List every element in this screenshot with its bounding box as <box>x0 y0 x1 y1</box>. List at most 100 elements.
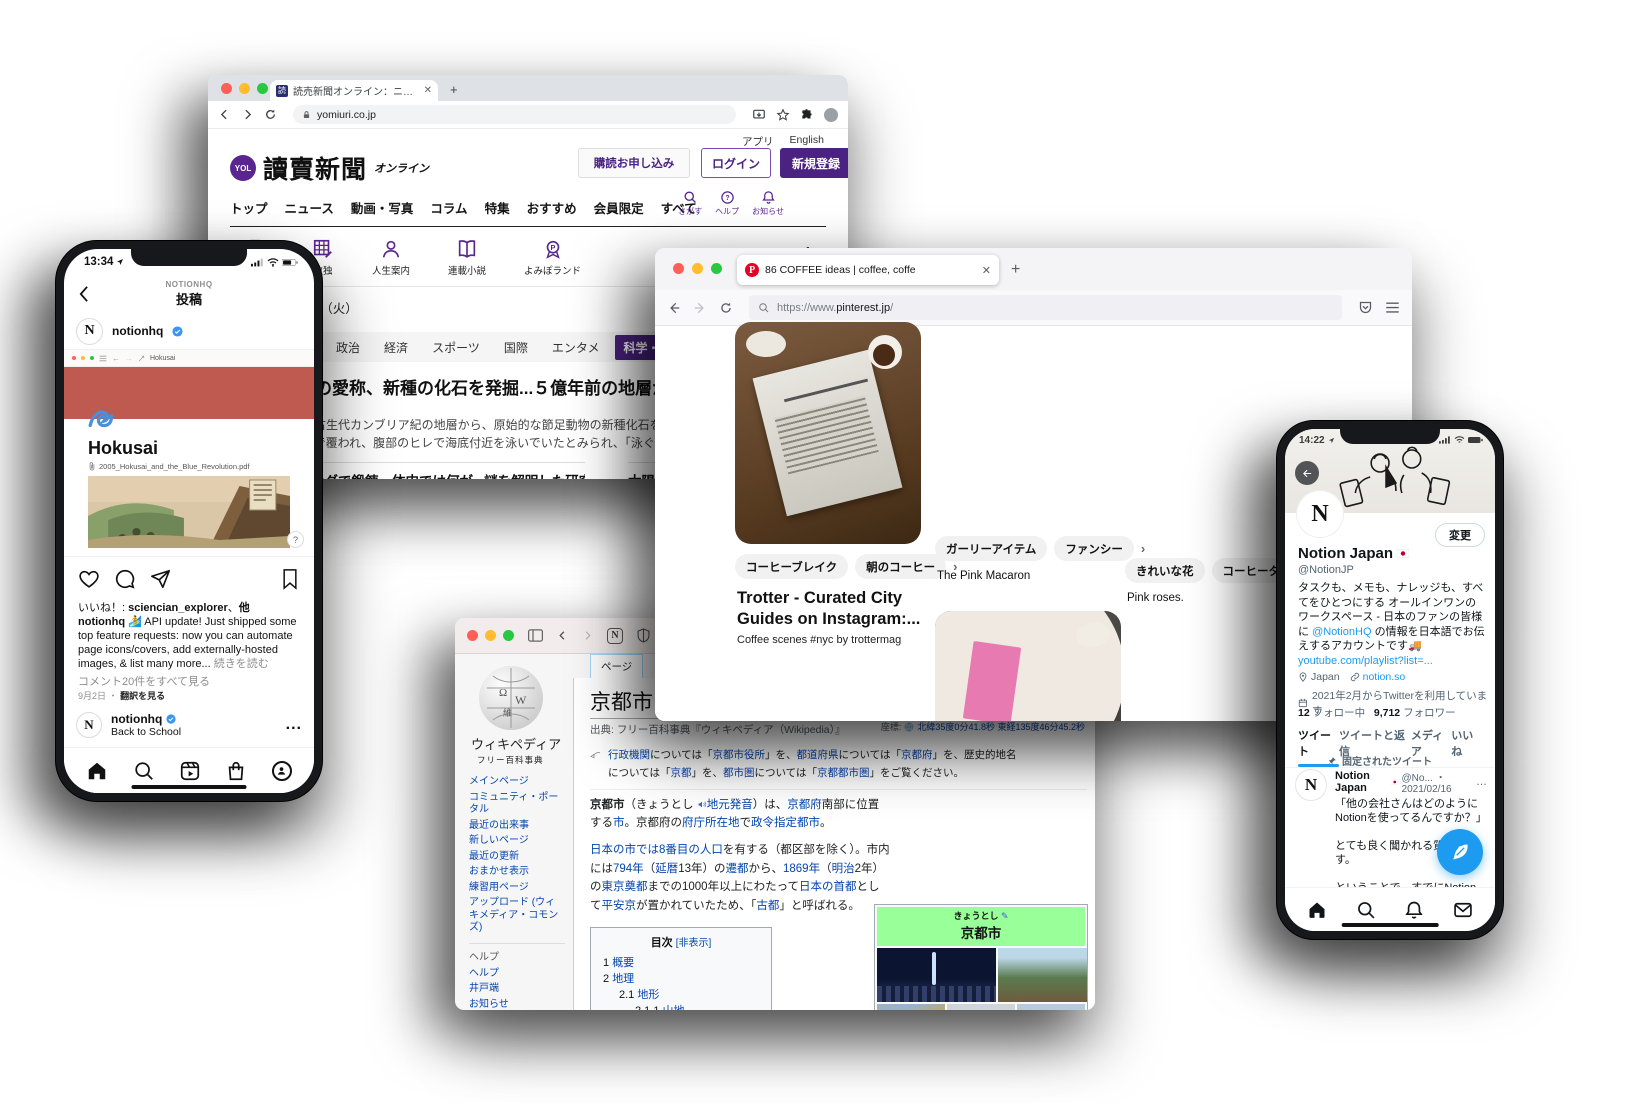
profile-avatar-icon[interactable] <box>272 761 292 781</box>
wiki-link[interactable]: 府庁所在地 <box>682 817 740 829</box>
wiki-link[interactable]: 1869年 <box>783 863 820 875</box>
wiki-link[interactable]: 地元発音 <box>707 799 753 811</box>
help-button[interactable]: ? <box>287 531 304 548</box>
sidebar-link-main[interactable]: メインページ <box>469 776 565 789</box>
chip-morning-coffee[interactable]: 朝のコーヒー <box>855 554 946 579</box>
window-controls[interactable] <box>467 630 514 641</box>
shop-icon[interactable] <box>225 760 247 782</box>
cat-entame[interactable]: エンタメ <box>544 335 608 360</box>
nav-column[interactable]: コラム <box>430 198 467 217</box>
toc-item[interactable]: 2.1.1 山地 <box>603 1002 759 1010</box>
post-username[interactable]: notionhq <box>112 324 163 338</box>
likes-line[interactable]: いいね！: sciencian_explorer、他 <box>78 599 250 615</box>
close-window-button[interactable] <box>467 630 478 641</box>
minimize-window-button[interactable] <box>692 263 703 274</box>
cat-keizai[interactable]: 経済 <box>376 335 416 360</box>
forward-icon[interactable] <box>241 108 254 121</box>
cat-kokusai[interactable]: 国際 <box>496 335 536 360</box>
search-button[interactable]: さがす <box>678 190 702 217</box>
edit-pencil-icon[interactable]: ✎ <box>1001 911 1009 921</box>
wiki-link[interactable]: 平安京 <box>602 900 637 912</box>
profile-website-link[interactable]: notion.so <box>1363 671 1406 683</box>
zoom-window-button[interactable] <box>711 263 722 274</box>
home-icon[interactable] <box>86 760 108 782</box>
wiki-link[interactable]: 東京奠都 <box>602 881 648 893</box>
search-icon[interactable] <box>133 760 155 782</box>
browser-tab[interactable]: P 86 COFFEE ideas | coffee, coffe ✕ <box>737 255 999 285</box>
apps-link[interactable]: アプリ <box>742 134 774 149</box>
window-controls[interactable] <box>221 83 268 94</box>
sidebar-link-sandbox[interactable]: 練習用ページ <box>469 882 565 895</box>
help-link-help[interactable]: ヘルプ <box>469 968 565 981</box>
login-button[interactable]: ログイン <box>701 148 771 178</box>
reload-icon[interactable] <box>264 108 277 121</box>
bookmark-star-icon[interactable] <box>776 108 790 122</box>
wiki-link[interactable]: 政令指定都市 <box>751 817 820 829</box>
cat-seiji[interactable]: 政治 <box>328 335 368 360</box>
hatnote-link[interactable]: 都市圏 <box>723 767 755 779</box>
hatnote-link[interactable]: 京都都市圏 <box>817 767 870 779</box>
notionhq-avatar[interactable]: N <box>76 712 102 738</box>
tab-close-icon[interactable]: ✕ <box>424 85 432 96</box>
tab-page[interactable]: ページ <box>590 654 643 678</box>
tweet-avatar[interactable]: N <box>1295 769 1327 801</box>
forward-icon[interactable] <box>582 629 593 642</box>
back-button[interactable] <box>1295 461 1319 485</box>
reload-icon[interactable] <box>719 301 733 315</box>
hatnote-link[interactable]: 京都 <box>670 767 691 779</box>
minimize-window-button[interactable] <box>485 630 496 641</box>
see-translation-link[interactable]: 翻訳を見る <box>120 691 165 701</box>
hatnote-link[interactable]: 京都市役所 <box>712 749 765 761</box>
install-icon[interactable] <box>752 108 766 122</box>
notice-button[interactable]: お知らせ <box>752 190 784 217</box>
comment-icon[interactable] <box>114 568 136 590</box>
notion-clipper-icon[interactable]: N <box>607 628 623 644</box>
more-options-icon[interactable]: ... <box>286 716 302 734</box>
tab-close-icon[interactable]: ✕ <box>982 264 991 277</box>
chip-beautiful-flowers[interactable]: きれいな花 <box>1125 558 1205 583</box>
read-more-link[interactable]: 続きを読む <box>214 658 269 670</box>
sidebar-link-recent[interactable]: 最近の更新 <box>469 851 565 864</box>
cat-sports[interactable]: スポーツ <box>424 335 488 360</box>
sidebar-link-upload[interactable]: アップロード (ウィキメディア・コモンズ) <box>469 897 565 935</box>
shield-icon[interactable] <box>637 628 650 643</box>
next-post-username[interactable]: notionhq <box>111 712 162 726</box>
nav-special[interactable]: 特集 <box>485 198 510 217</box>
like-heart-icon[interactable] <box>78 568 100 590</box>
profile-avatar-icon[interactable] <box>824 108 838 122</box>
sidebar-toggle-icon[interactable] <box>528 629 543 642</box>
follow-stats[interactable]: 12 フォロー中 9,712 フォロワー <box>1298 705 1456 720</box>
wiki-link[interactable]: 日本の市では8番目の人口 <box>590 844 723 856</box>
forward-icon[interactable] <box>693 301 707 315</box>
address-bar[interactable]: https://www.pinterest.jp/ <box>749 295 1342 320</box>
sidebar-link-current[interactable]: 最近の出来事 <box>469 820 565 833</box>
nav-video[interactable]: 動画・写真 <box>351 198 414 217</box>
nav-members[interactable]: 会員限定 <box>594 198 644 217</box>
sidebar-link-newpages[interactable]: 新しいページ <box>469 835 565 848</box>
menu-hamburger-icon[interactable] <box>1385 301 1400 314</box>
compose-tweet-fab[interactable] <box>1437 829 1483 875</box>
browser-tab[interactable]: 読 読売新聞オンライン：ニュース&お ✕ <box>270 80 438 101</box>
zoom-window-button[interactable] <box>503 630 514 641</box>
pin1-title[interactable]: Trotter - Curated CityGuides on Instagra… <box>737 588 920 629</box>
wiki-link[interactable]: 古都 <box>756 900 779 912</box>
save-to-pocket-icon[interactable] <box>1358 300 1373 315</box>
wiki-link[interactable]: 794年 <box>613 863 644 875</box>
pin2-title[interactable]: The Pink Macaron <box>937 570 1030 582</box>
pin-image-coffee-newspaper[interactable] <box>735 322 921 544</box>
yomiuri-logo[interactable]: YOL 讀賣新聞 オンライン <box>230 150 429 186</box>
toc-item[interactable]: 2.1 地形 <box>603 986 759 1002</box>
notionhq-avatar[interactable]: N <box>76 318 103 345</box>
messages-mail-icon[interactable] <box>1453 900 1473 920</box>
english-link[interactable]: English <box>790 134 824 149</box>
back-icon[interactable] <box>667 301 681 315</box>
back-icon[interactable] <box>78 285 89 303</box>
toc-hide-toggle[interactable]: [非表示] <box>676 938 712 949</box>
hatnote-link[interactable]: 都道府県 <box>796 749 838 761</box>
nav-news[interactable]: ニュース <box>285 198 334 217</box>
chip-coffee-break[interactable]: コーヒーブレイク <box>735 554 848 579</box>
wiki-link[interactable]: 遷都 <box>725 863 748 875</box>
nav-top[interactable]: トップ <box>230 198 268 217</box>
sidebar-link-community[interactable]: コミュニティ・ポータル <box>469 792 565 817</box>
wiki-link[interactable]: 明治 <box>832 863 855 875</box>
